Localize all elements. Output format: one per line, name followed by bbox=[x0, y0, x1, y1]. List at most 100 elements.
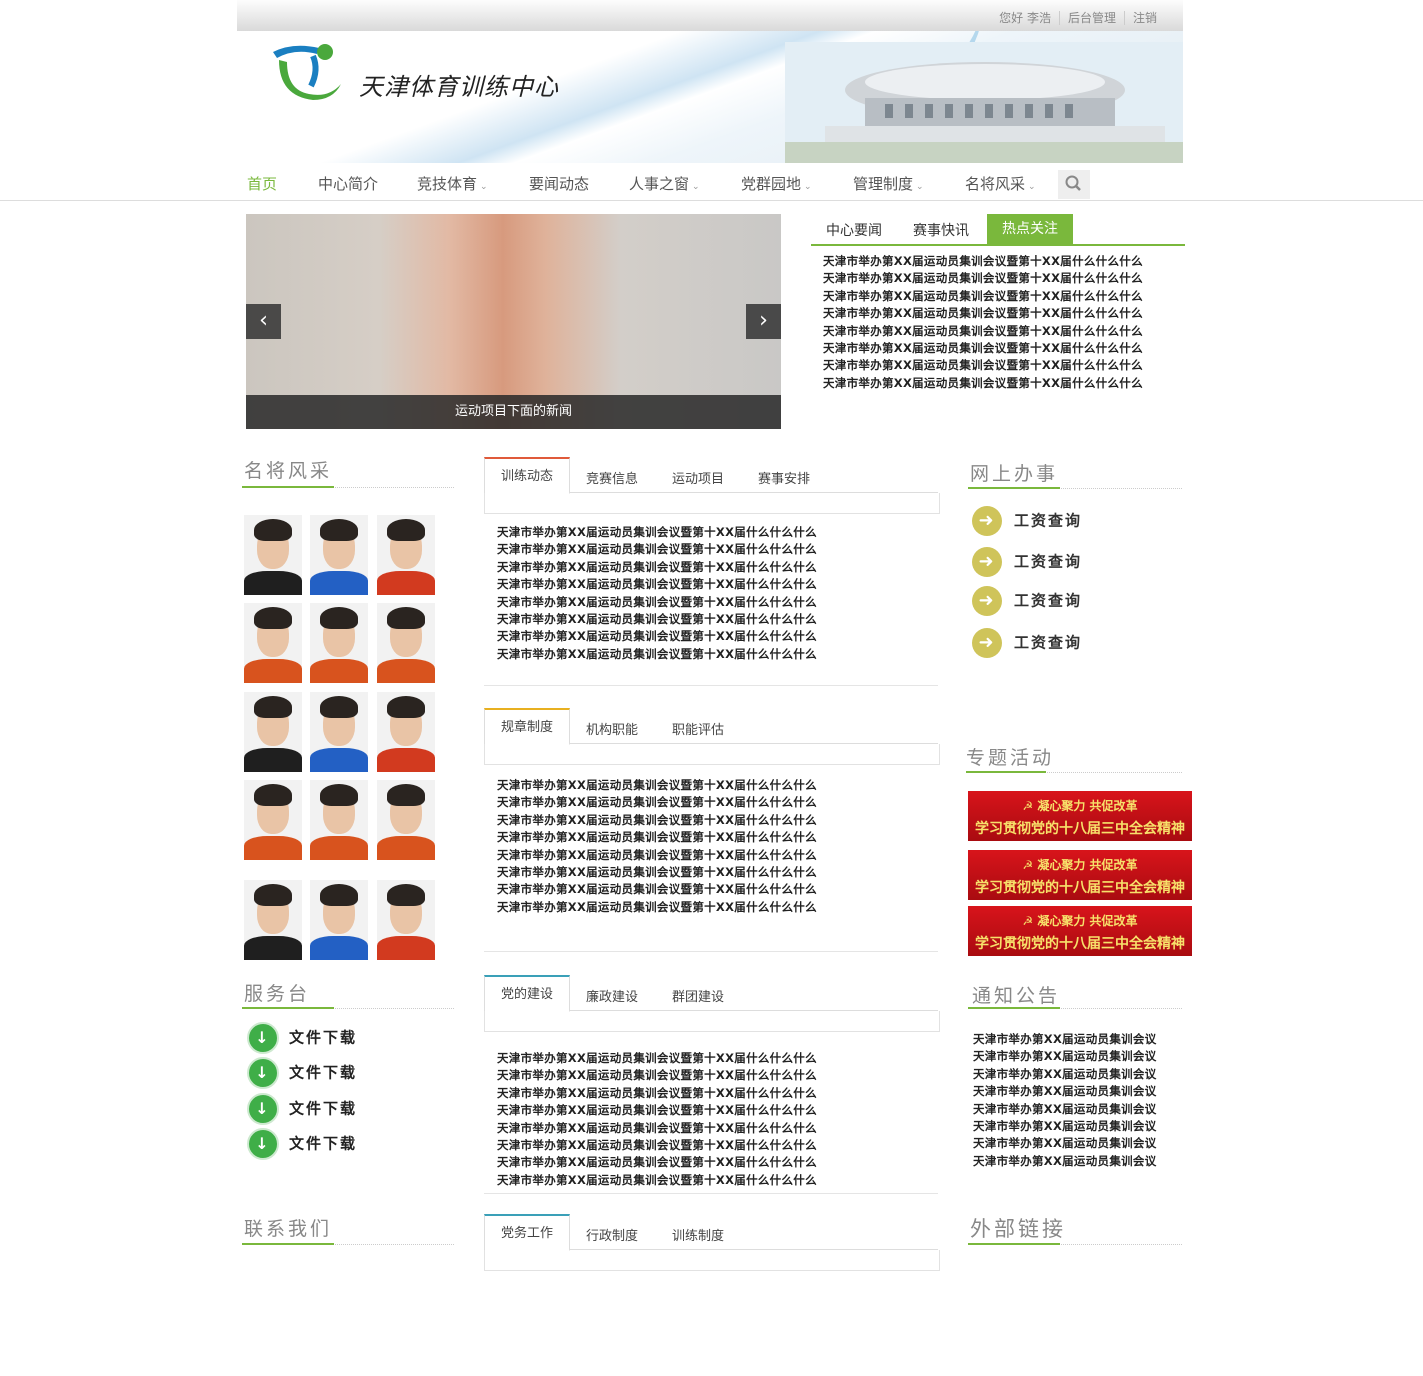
nav-item-sports[interactable]: 竞技体育 ⌄ bbox=[417, 173, 488, 194]
salary-query-link[interactable]: ➜ 工资查询 bbox=[972, 506, 1082, 536]
tab-event-news[interactable]: 赛事快讯 bbox=[913, 220, 969, 240]
list-item[interactable]: 天津市举办第XX届运动员集训会议暨第十XX届什么什么什么 bbox=[497, 881, 817, 898]
list-item[interactable]: 天津市举办第XX届运动员集训会议暨第十XX届什么什么什么 bbox=[823, 253, 1143, 270]
list-item[interactable]: 天津市举办第XX届运动员集训会议暨第十XX届什么什么什么 bbox=[497, 1102, 817, 1119]
site-name[interactable]: 天津体育训练中心 bbox=[359, 67, 559, 102]
list-item[interactable]: 天津市举办第XX届运动员集训会议暨第十XX届什么什么什么 bbox=[497, 1067, 817, 1084]
list-item[interactable]: 天津市举办第XX届运动员集训会议暨第十XX届什么什么什么 bbox=[497, 1172, 817, 1189]
athlete-photo[interactable] bbox=[244, 692, 302, 772]
athlete-photo[interactable] bbox=[310, 603, 368, 683]
tab-integrity-building[interactable]: 廉政建设 bbox=[586, 986, 638, 1005]
list-item[interactable]: 天津市举办第XX届运动员集训会议 bbox=[973, 1135, 1157, 1152]
athlete-photo[interactable] bbox=[310, 780, 368, 860]
list-item[interactable]: 天津市举办第XX届运动员集训会议暨第十XX届什么什么什么 bbox=[823, 288, 1143, 305]
athlete-photo[interactable] bbox=[310, 692, 368, 772]
admin-link[interactable]: 后台管理 bbox=[1058, 11, 1124, 25]
athlete-photo[interactable] bbox=[377, 692, 435, 772]
list-item[interactable]: 天津市举办第XX届运动员集训会议 bbox=[973, 1048, 1157, 1065]
salary-query-link[interactable]: ➜ 工资查询 bbox=[972, 586, 1082, 616]
slide-caption[interactable]: 运动项目下面的新闻 bbox=[246, 395, 781, 429]
nav-item-about[interactable]: 中心简介 bbox=[318, 173, 378, 194]
list-item[interactable]: 天津市举办第XX届运动员集训会议 bbox=[973, 1118, 1157, 1135]
salary-query-link[interactable]: ➜ 工资查询 bbox=[972, 628, 1082, 658]
list-item[interactable]: 天津市举办第XX届运动员集训会议 bbox=[973, 1083, 1157, 1100]
athlete-photo[interactable] bbox=[377, 603, 435, 683]
slider-prev-button[interactable]: ‹ bbox=[246, 304, 281, 339]
list-item[interactable]: 天津市举办第XX届运动员集训会议暨第十XX届什么什么什么 bbox=[823, 270, 1143, 287]
list-item[interactable]: 天津市举办第XX届运动员集训会议暨第十XX届什么什么什么 bbox=[497, 1085, 817, 1102]
athlete-photo[interactable] bbox=[310, 880, 368, 960]
search-button[interactable] bbox=[1058, 170, 1090, 199]
list-item[interactable]: 天津市举办第XX届运动员集训会议暨第十XX届什么什么什么 bbox=[497, 611, 817, 628]
special-topic-banner[interactable]: ☭ 凝心聚力 共促改革 学习贯彻党的十八届三中全会精神 bbox=[968, 791, 1192, 841]
nav-item-news[interactable]: 要闻动态 bbox=[529, 173, 589, 194]
list-item[interactable]: 天津市举办第XX届运动员集训会议暨第十XX届什么什么什么 bbox=[497, 524, 817, 541]
nav-item-party[interactable]: 党群园地 ⌄ bbox=[741, 173, 812, 194]
list-item[interactable]: 天津市举办第XX届运动员集训会议暨第十XX届什么什么什么 bbox=[823, 305, 1143, 322]
logout-link[interactable]: 注销 bbox=[1123, 11, 1165, 25]
list-item[interactable]: 天津市举办第XX届运动员集训会议暨第十XX届什么什么什么 bbox=[823, 375, 1143, 392]
image-slider[interactable]: ‹ › 运动项目下面的新闻 bbox=[246, 214, 781, 429]
tab-group-building[interactable]: 群团建设 bbox=[672, 986, 724, 1005]
athlete-photo[interactable] bbox=[377, 880, 435, 960]
nav-item-rules[interactable]: 管理制度 ⌄ bbox=[853, 173, 924, 194]
tab-training-rules[interactable]: 训练制度 bbox=[672, 1225, 724, 1244]
file-download-link[interactable]: ↓ 文件下载 bbox=[247, 1057, 357, 1089]
special-topic-banner[interactable]: ☭ 凝心聚力 共促改革 学习贯彻党的十八届三中全会精神 bbox=[968, 850, 1192, 900]
logo-icon[interactable] bbox=[273, 40, 345, 104]
tab-schedule[interactable]: 赛事安排 bbox=[758, 468, 810, 487]
nav-item-athletes[interactable]: 名将风采 ⌄ bbox=[965, 173, 1036, 194]
list-item[interactable]: 天津市举办第XX届运动员集训会议暨第十XX届什么什么什么 bbox=[823, 340, 1143, 357]
list-item[interactable]: 天津市举办第XX届运动员集训会议暨第十XX届什么什么什么 bbox=[497, 812, 817, 829]
slider-next-button[interactable]: › bbox=[746, 304, 781, 339]
tab-training-news[interactable]: 训练动态 bbox=[484, 457, 571, 494]
special-topic-banner[interactable]: ☭ 凝心聚力 共促改革 学习贯彻党的十八届三中全会精神 bbox=[968, 906, 1192, 956]
salary-query-link[interactable]: ➜ 工资查询 bbox=[972, 547, 1082, 577]
list-item[interactable]: 天津市举办第XX届运动员集训会议暨第十XX届什么什么什么 bbox=[497, 794, 817, 811]
tab-competition-info[interactable]: 竞赛信息 bbox=[586, 468, 638, 487]
tab-function-evaluation[interactable]: 职能评估 bbox=[672, 719, 724, 738]
file-download-link[interactable]: ↓ 文件下载 bbox=[247, 1128, 357, 1160]
list-item[interactable]: 天津市举办第XX届运动员集训会议暨第十XX届什么什么什么 bbox=[497, 829, 817, 846]
arrow-right-icon: ➜ bbox=[972, 586, 1002, 616]
list-item[interactable]: 天津市举办第XX届运动员集训会议暨第十XX届什么什么什么 bbox=[497, 864, 817, 881]
tab-hot-topics[interactable]: 热点关注 bbox=[987, 214, 1073, 244]
athlete-photo[interactable] bbox=[377, 780, 435, 860]
tab-party-affairs[interactable]: 党务工作 bbox=[484, 1214, 571, 1251]
tab-regulations[interactable]: 规章制度 bbox=[484, 708, 571, 745]
athlete-photo[interactable] bbox=[377, 515, 435, 595]
athlete-photo[interactable] bbox=[244, 880, 302, 960]
tab-sports-events[interactable]: 运动项目 bbox=[672, 468, 724, 487]
list-item[interactable]: 天津市举办第XX届运动员集训会议暨第十XX届什么什么什么 bbox=[497, 576, 817, 593]
list-item[interactable]: 天津市举办第XX届运动员集训会议暨第十XX届什么什么什么 bbox=[497, 559, 817, 576]
list-item[interactable]: 天津市举办第XX届运动员集训会议 bbox=[973, 1066, 1157, 1083]
nav-item-personnel[interactable]: 人事之窗 ⌄ bbox=[629, 173, 700, 194]
athlete-photo[interactable] bbox=[310, 515, 368, 595]
nav-item-home[interactable]: 首页 bbox=[247, 173, 277, 194]
athlete-photo[interactable] bbox=[244, 603, 302, 683]
tab-party-building[interactable]: 党的建设 bbox=[484, 975, 571, 1012]
list-item[interactable]: 天津市举办第XX届运动员集训会议暨第十XX届什么什么什么 bbox=[497, 1120, 817, 1137]
list-item[interactable]: 天津市举办第XX届运动员集训会议暨第十XX届什么什么什么 bbox=[497, 594, 817, 611]
file-download-link[interactable]: ↓ 文件下载 bbox=[247, 1093, 357, 1125]
tab-admin-rules[interactable]: 行政制度 bbox=[586, 1225, 638, 1244]
list-item[interactable]: 天津市举办第XX届运动员集训会议暨第十XX届什么什么什么 bbox=[497, 1154, 817, 1171]
list-item[interactable]: 天津市举办第XX届运动员集训会议暨第十XX届什么什么什么 bbox=[497, 847, 817, 864]
list-item[interactable]: 天津市举办第XX届运动员集训会议暨第十XX届什么什么什么 bbox=[497, 777, 817, 794]
list-item[interactable]: 天津市举办第XX届运动员集训会议暨第十XX届什么什么什么 bbox=[497, 628, 817, 645]
list-item[interactable]: 天津市举办第XX届运动员集训会议暨第十XX届什么什么什么 bbox=[497, 1050, 817, 1067]
tab-org-functions[interactable]: 机构职能 bbox=[586, 719, 638, 738]
list-item[interactable]: 天津市举办第XX届运动员集训会议 bbox=[973, 1101, 1157, 1118]
list-item[interactable]: 天津市举办第XX届运动员集训会议暨第十XX届什么什么什么 bbox=[823, 323, 1143, 340]
athlete-photo[interactable] bbox=[244, 780, 302, 860]
list-item[interactable]: 天津市举办第XX届运动员集训会议暨第十XX届什么什么什么 bbox=[497, 1137, 817, 1154]
tab-center-news[interactable]: 中心要闻 bbox=[826, 220, 882, 240]
list-item[interactable]: 天津市举办第XX届运动员集训会议暨第十XX届什么什么什么 bbox=[497, 899, 817, 916]
list-item[interactable]: 天津市举办第XX届运动员集训会议暨第十XX届什么什么什么 bbox=[497, 541, 817, 558]
list-item[interactable]: 天津市举办第XX届运动员集训会议暨第十XX届什么什么什么 bbox=[497, 646, 817, 663]
list-item[interactable]: 天津市举办第XX届运动员集训会议暨第十XX届什么什么什么 bbox=[823, 357, 1143, 374]
list-item[interactable]: 天津市举办第XX届运动员集训会议 bbox=[973, 1153, 1157, 1170]
file-download-link[interactable]: ↓ 文件下载 bbox=[247, 1022, 357, 1054]
athlete-photo[interactable] bbox=[244, 515, 302, 595]
list-item[interactable]: 天津市举办第XX届运动员集训会议 bbox=[973, 1031, 1157, 1048]
